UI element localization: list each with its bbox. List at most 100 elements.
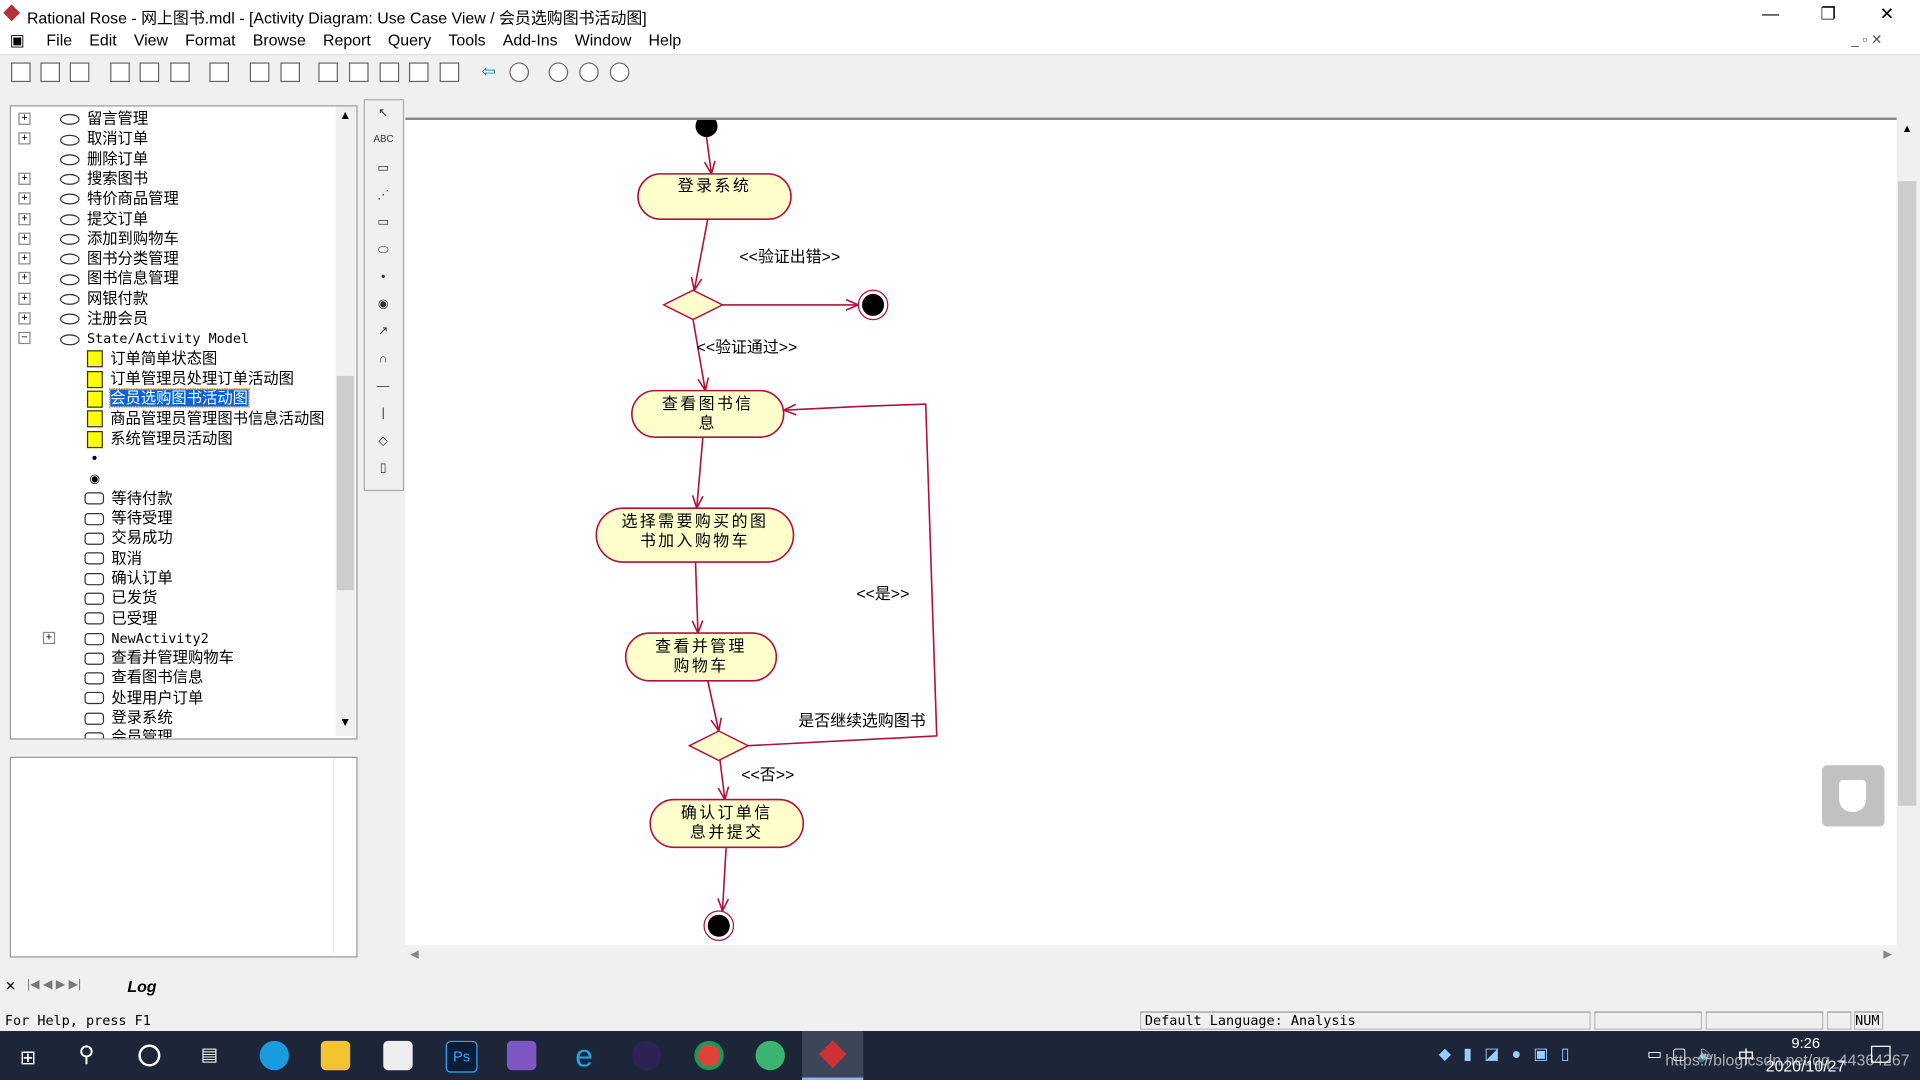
transition[interactable] [721, 847, 727, 912]
new-icon[interactable] [11, 62, 31, 83]
expand-icon[interactable]: + [18, 132, 31, 145]
swimlane-icon[interactable]: ▯ [373, 461, 393, 478]
menu-format[interactable]: Format [177, 28, 245, 54]
browser-scrollbar[interactable]: ▲ ▼ [335, 106, 356, 736]
start-icon[interactable]: ⊞ [20, 1046, 36, 1070]
tree-item-activity[interactable]: 会员管理 [84, 728, 173, 739]
tree-item-activity[interactable]: 查看图书信息 [84, 668, 203, 688]
menu-browse[interactable]: Browse [244, 28, 314, 54]
note-icon[interactable]: ▭ [373, 161, 393, 178]
tree-item-activity[interactable]: NewActivity2 [84, 628, 209, 648]
menu-window[interactable]: Window [566, 28, 640, 54]
browse-class-icon[interactable] [318, 62, 338, 83]
text-box-icon[interactable]: ABC [373, 134, 393, 151]
cortana-icon[interactable] [138, 1044, 161, 1067]
eclipse-icon[interactable] [631, 1040, 662, 1071]
browse-previous-icon[interactable]: ⇦ [479, 62, 499, 82]
state-icon[interactable]: ▭ [373, 216, 393, 233]
zoom-out-icon[interactable] [548, 62, 569, 83]
notification-icon[interactable] [1871, 1045, 1891, 1063]
tree-item-use-case[interactable]: 搜索图书 [60, 169, 148, 189]
log-nav-buttons[interactable]: |◀ ◀ ▶ ▶| [27, 978, 81, 991]
fit-in-window-icon[interactable] [579, 62, 599, 83]
vertical-scrollbar[interactable]: ▲ [1896, 117, 1918, 946]
tree-item-state[interactable]: 已受理 [84, 608, 157, 628]
tree-item-diagram[interactable]: 会员选购图书活动图 [86, 388, 250, 408]
menu-tools[interactable]: Tools [440, 28, 494, 54]
decision-icon[interactable]: ◇ [373, 434, 393, 451]
start-state[interactable] [695, 120, 718, 138]
activity-icon[interactable]: ⬭ [373, 243, 393, 260]
tree-item-use-case[interactable]: 留言管理 [60, 109, 148, 129]
view-doc-icon[interactable] [280, 62, 301, 83]
activity-diagram-canvas[interactable]: 登录系统 <<验证出错>> <<验证通过>> 查看图书信息选择需要购买的图 书加入购物车… [405, 117, 1897, 947]
decision-login[interactable] [662, 289, 725, 321]
tree-item-activity[interactable]: 登录系统 [84, 708, 173, 728]
search-icon[interactable]: ⚲ [78, 1042, 94, 1068]
save-icon[interactable] [69, 62, 90, 83]
undo-fit-icon[interactable] [609, 62, 630, 83]
self-transition-icon[interactable]: ∩ [373, 352, 393, 369]
tree-item-use-case[interactable]: 图书信息管理 [60, 269, 179, 289]
tree-item-diagram[interactable]: 商品管理员管理图书信息活动图 [86, 408, 325, 428]
document-icon[interactable]: ▣ [0, 28, 33, 54]
transition-icon[interactable]: ↗ [373, 325, 393, 342]
tree-item-activity[interactable]: 查看并管理购物车 [84, 648, 234, 668]
mdi-controls[interactable]: _ ▫ ✕ [1851, 32, 1882, 48]
menu-edit[interactable]: Edit [81, 28, 126, 54]
chrome-icon[interactable] [694, 1040, 724, 1071]
menu-query[interactable]: Query [379, 28, 439, 54]
menu-file[interactable]: File [38, 28, 81, 54]
expand-icon[interactable]: + [18, 212, 31, 225]
expand-icon[interactable]: + [18, 292, 31, 305]
selection-tool-icon[interactable]: ↖ [373, 107, 393, 124]
restore-button[interactable]: ❐ [1800, 0, 1856, 28]
tree-item-end-state[interactable]: ◉ [89, 468, 100, 488]
tree-item-activity[interactable]: 处理用户订单 [84, 688, 203, 708]
edge-icon[interactable] [259, 1040, 289, 1071]
transition-yes[interactable] [748, 403, 938, 747]
end-state-final-dot[interactable] [707, 914, 730, 937]
tree-item-start-state[interactable]: • [92, 448, 97, 468]
expand-icon[interactable]: + [18, 172, 31, 185]
horizontal-scrollbar[interactable]: ◀ ▶ [405, 945, 1897, 965]
expand-icon[interactable]: + [18, 312, 31, 325]
tree-item-state[interactable]: 取消 [84, 548, 142, 568]
tree-item-diagram[interactable]: 订单简单状态图 [86, 348, 217, 368]
horizontal-sync-icon[interactable]: — [373, 380, 393, 397]
end-state-icon[interactable]: ◉ [373, 298, 393, 315]
tree-item-use-case[interactable]: 图书分类管理 [60, 249, 179, 269]
start-state-icon[interactable]: • [373, 270, 393, 287]
vertical-sync-icon[interactable]: | [373, 407, 393, 424]
close-log-icon[interactable]: ✕ [5, 978, 16, 995]
zoom-in-icon[interactable] [509, 62, 529, 83]
tree-item-use-case[interactable]: 添加到购物车 [60, 229, 179, 249]
clock-time[interactable]: 9:26 [1791, 1035, 1820, 1052]
tree-item-state[interactable]: 等待受理 [84, 508, 173, 528]
collapse-icon[interactable]: − [18, 332, 31, 345]
minimize-button[interactable]: — [1742, 0, 1798, 28]
tree-item-use-case[interactable]: 提交订单 [60, 209, 148, 229]
expand-icon[interactable]: + [18, 252, 31, 265]
tree-item-state[interactable]: 确认订单 [84, 568, 173, 588]
menu-add-ins[interactable]: Add-Ins [494, 28, 566, 54]
browse-parent-icon[interactable] [439, 62, 460, 83]
expand-icon[interactable]: + [18, 272, 31, 285]
browser-360-icon[interactable] [755, 1040, 785, 1071]
context-help-icon[interactable] [249, 62, 270, 83]
rational-rose-taskbar-item[interactable] [802, 1031, 864, 1080]
tree-item-use-case[interactable]: 注册会员 [60, 309, 148, 329]
tab-log[interactable]: Log [127, 977, 156, 995]
tree-item-use-case[interactable]: 删除订单 [60, 149, 148, 169]
tree-item-diagram[interactable]: 系统管理员活动图 [86, 428, 233, 448]
model-browser-tree[interactable]: 留言管理 + 取消订单 + 删除订单 搜索图书 + 特价商品管理 + 提交订单 + 添加到购物车 + 图书… [9, 105, 358, 740]
menu-help[interactable]: Help [640, 28, 690, 54]
task-view-icon[interactable]: ▤ [201, 1043, 218, 1065]
tree-item-use-case[interactable]: 网银付款 [60, 289, 148, 309]
internet-explorer-icon[interactable]: e [569, 1040, 598, 1072]
tree-item-use-case[interactable]: 取消订单 [60, 129, 148, 149]
tree-item-use-case[interactable]: 特价商品管理 [60, 189, 179, 209]
visual-studio-icon[interactable] [506, 1040, 537, 1071]
file-explorer-icon[interactable] [320, 1040, 351, 1071]
photoshop-icon[interactable]: Ps [445, 1040, 478, 1073]
